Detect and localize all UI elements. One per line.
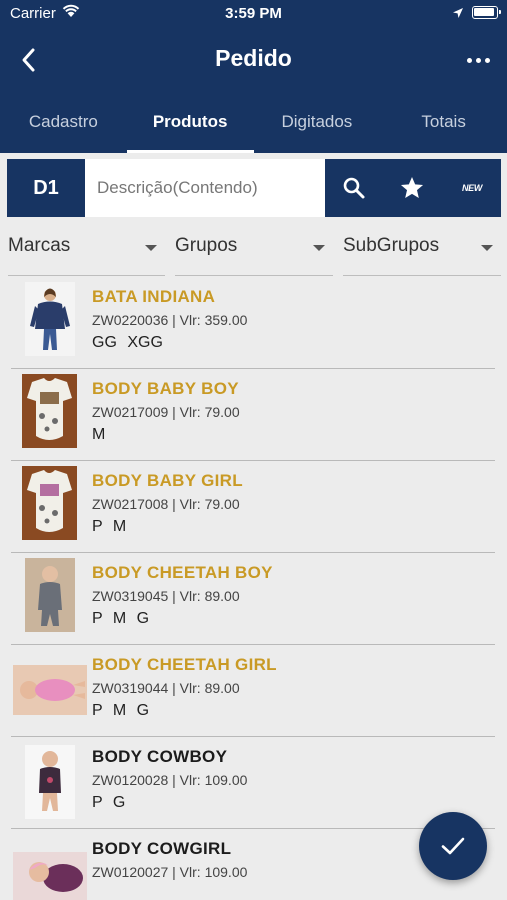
tab-cadastro[interactable]: Cadastro xyxy=(0,100,127,153)
list-item[interactable]: BATA INDIANA ZW0220036 | Vlr: 359.00 GG … xyxy=(0,277,507,369)
product-name: BATA INDIANA xyxy=(92,287,216,306)
list-item[interactable]: BODY CHEETAH GIRL ZW0319044 | Vlr: 89.00… xyxy=(0,645,507,737)
product-code-price: ZW0319044 | Vlr: 89.00 xyxy=(92,680,240,696)
list-item[interactable]: BODY BABY GIRL ZW0217008 | Vlr: 79.00 P … xyxy=(0,461,507,553)
caret-down-icon xyxy=(145,245,157,251)
new-badge-icon: NEW xyxy=(461,183,483,193)
caret-down-icon xyxy=(313,245,325,251)
location-arrow-icon xyxy=(452,6,464,24)
product-thumbnail xyxy=(25,558,75,632)
list-item[interactable]: BODY COWBOY ZW0120028 | Vlr: 109.00 P G xyxy=(0,737,507,829)
filter-row: Marcas Grupos SubGrupos xyxy=(0,226,507,278)
product-sizes: P M xyxy=(92,518,127,535)
brands-label: Marcas xyxy=(8,235,71,256)
product-thumbnail xyxy=(25,282,75,356)
subgroups-dropdown[interactable]: SubGrupos xyxy=(343,226,501,276)
status-bar: Carrier 3:59 PM xyxy=(0,0,507,28)
product-sizes: GG XGG xyxy=(92,334,163,351)
list-item[interactable]: BODY CHEETAH BOY ZW0319045 | Vlr: 89.00 … xyxy=(0,553,507,645)
app-header: Carrier 3:59 PM Pedido Cadastro Produtos… xyxy=(0,0,507,153)
product-code-price: ZW0217008 | Vlr: 79.00 xyxy=(92,496,240,512)
product-code-price: ZW0120027 | Vlr: 109.00 xyxy=(92,864,248,880)
search-bar: D1 NEW xyxy=(7,159,501,217)
search-icon xyxy=(343,177,365,199)
search-button[interactable] xyxy=(325,159,383,217)
confirm-button[interactable] xyxy=(419,812,487,880)
tab-bar: Cadastro Produtos Digitados Totais xyxy=(0,100,507,153)
product-thumbnail xyxy=(13,852,87,900)
price-table-button[interactable]: D1 xyxy=(7,159,85,217)
star-icon xyxy=(400,176,424,198)
product-name: BODY CHEETAH GIRL xyxy=(92,655,277,674)
tab-digitados[interactable]: Digitados xyxy=(254,100,381,153)
product-sizes: M xyxy=(92,426,106,443)
product-name: BODY BABY GIRL xyxy=(92,471,243,490)
tab-totais[interactable]: Totais xyxy=(380,100,507,153)
checkmark-icon xyxy=(441,837,465,855)
product-code-price: ZW0120028 | Vlr: 109.00 xyxy=(92,772,248,788)
product-sizes: P G xyxy=(92,794,126,811)
caret-down-icon xyxy=(481,245,493,251)
product-code-price: ZW0319045 | Vlr: 89.00 xyxy=(92,588,240,604)
product-thumbnail xyxy=(22,466,77,540)
new-products-button[interactable]: NEW xyxy=(443,159,501,217)
subgroups-label: SubGrupos xyxy=(343,235,440,256)
search-input[interactable] xyxy=(85,159,325,217)
product-sizes: P M G xyxy=(92,702,150,719)
tab-produtos[interactable]: Produtos xyxy=(126,100,254,153)
product-code-price: ZW0220036 | Vlr: 359.00 xyxy=(92,312,248,328)
product-name: BODY BABY BOY xyxy=(92,379,239,398)
product-code-price: ZW0217009 | Vlr: 79.00 xyxy=(92,404,240,420)
page-title: Pedido xyxy=(215,45,292,71)
product-sizes: P M G xyxy=(92,610,150,627)
more-icon[interactable] xyxy=(460,48,496,72)
groups-dropdown[interactable]: Grupos xyxy=(175,226,333,276)
brands-dropdown[interactable]: Marcas xyxy=(8,226,165,276)
product-name: BODY COWBOY xyxy=(92,747,228,766)
clock: 3:59 PM xyxy=(225,5,282,22)
favorites-button[interactable] xyxy=(383,159,441,217)
product-thumbnail xyxy=(22,374,77,448)
product-thumbnail xyxy=(13,665,87,715)
product-thumbnail xyxy=(25,745,75,819)
product-name: BODY CHEETAH BOY xyxy=(92,563,273,582)
groups-label: Grupos xyxy=(175,235,238,256)
product-name: BODY COWGIRL xyxy=(92,839,232,858)
battery-icon xyxy=(472,6,501,19)
list-item[interactable]: BODY BABY BOY ZW0217009 | Vlr: 79.00 M xyxy=(0,369,507,461)
